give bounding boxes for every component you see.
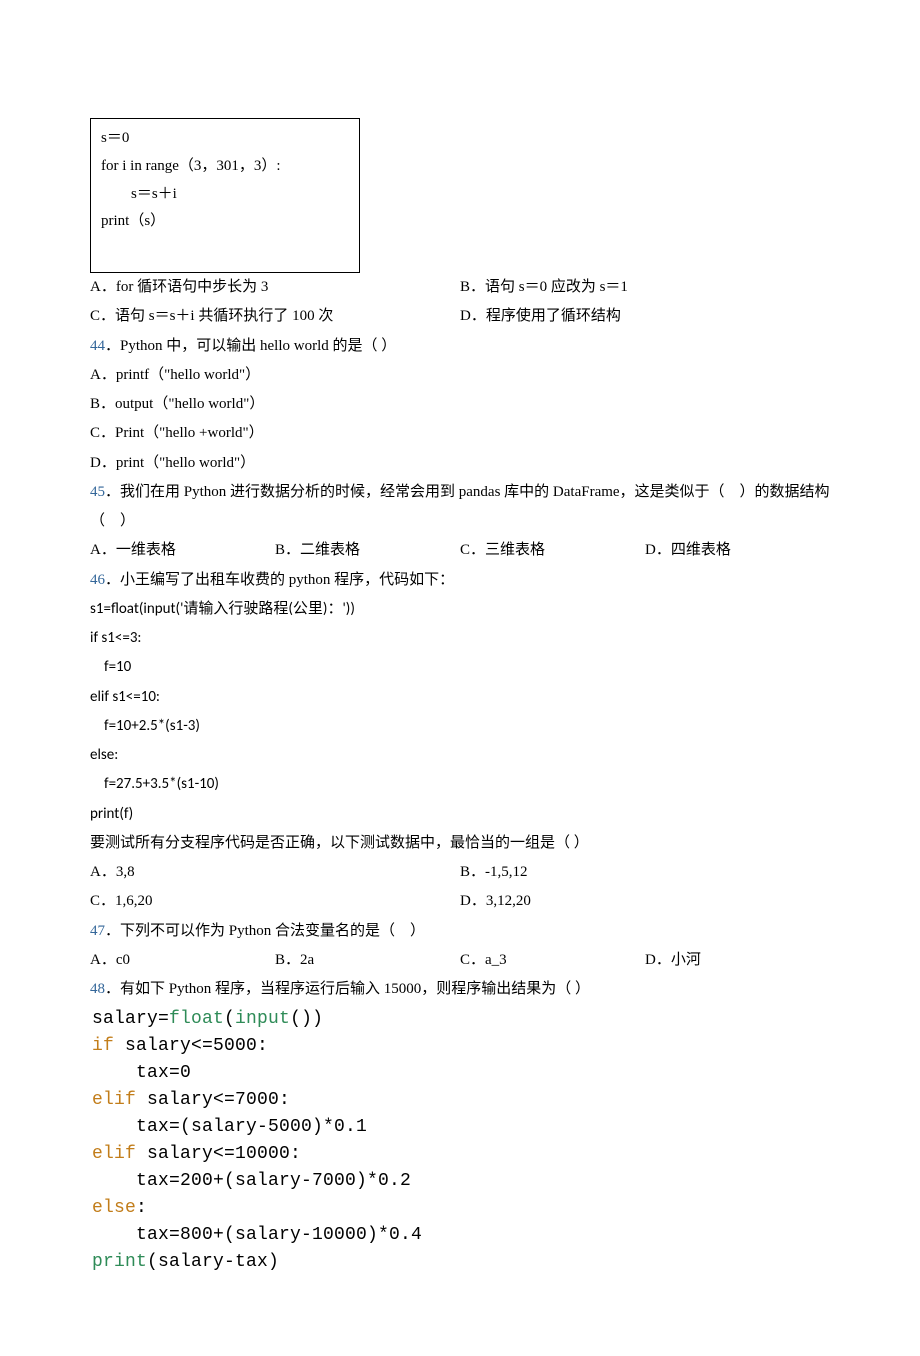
option-d: D．3,12,20 (460, 887, 830, 916)
code-line: tax=(salary-5000)*0.1 (92, 1114, 830, 1141)
option-d: D．四维表格 (645, 536, 830, 565)
code-line: s1=float(input('请输入行驶路程(公里)：')) (90, 595, 830, 624)
page: s＝0 for i in range（3，301，3）: s＝s＋i print… (0, 0, 920, 1356)
code-line: s＝0 (101, 125, 349, 153)
code-line: print(f) (90, 800, 830, 829)
code-line: tax=800+(salary-10000)*0.4 (92, 1222, 830, 1249)
q43-options: A．for 循环语句中步长为 3 B．语句 s＝0 应改为 s＝1 C．语句 s… (90, 273, 830, 332)
option-d: D．print（"hello world"） (90, 449, 830, 478)
option-b: B．语句 s＝0 应改为 s＝1 (460, 273, 830, 302)
option-a: A．for 循环语句中步长为 3 (90, 273, 460, 302)
option-a: A．printf（"hello world"） (90, 361, 830, 390)
code-line: elif salary<=7000: (92, 1087, 830, 1114)
q45-stem: 45．我们在用 Python 进行数据分析的时候，经常会用到 pandas 库中… (90, 478, 830, 537)
q46-stem: 46．小王编写了出租车收费的 python 程序，代码如下： (90, 566, 830, 595)
code-line: salary=float(input()) (92, 1006, 830, 1033)
code-line: print(salary-tax) (92, 1249, 830, 1276)
code-line: f=10+2.5*(s1-3) (90, 712, 830, 741)
code-line: elif s1<=10: (90, 683, 830, 712)
code-line: f=10 (90, 653, 830, 682)
code-line: tax=0 (92, 1060, 830, 1087)
q48-stem: 48．有如下 Python 程序，当程序运行后输入 15000，则程序输出结果为… (90, 975, 830, 1004)
code-line: if salary<=5000: (92, 1033, 830, 1060)
option-b: B．二维表格 (275, 536, 460, 565)
option-b: B．-1,5,12 (460, 858, 830, 887)
code-line: f=27.5+3.5*(s1-10) (90, 770, 830, 799)
option-d: D．程序使用了循环结构 (460, 302, 830, 331)
code-line: elif salary<=10000: (92, 1141, 830, 1168)
option-c: C．a_3 (460, 946, 645, 975)
q45-options: A．一维表格 B．二维表格 C．三维表格 D．四维表格 (90, 536, 830, 565)
option-a: A．c0 (90, 946, 275, 975)
q46-options: A．3,8 B．-1,5,12 C．1,6,20 D．3,12,20 (90, 858, 830, 917)
q47-options: A．c0 B．2a C．a_3 D．小河 (90, 946, 830, 975)
code-box-q43: s＝0 for i in range（3，301，3）: s＝s＋i print… (90, 118, 360, 273)
code-line: else: (92, 1195, 830, 1222)
option-c: C．Print（"hello +world"） (90, 419, 830, 448)
option-c: C．1,6,20 (90, 887, 460, 916)
option-b: B．2a (275, 946, 460, 975)
code-line: if s1<=3: (90, 624, 830, 653)
q47-stem: 47．下列不可以作为 Python 合法变量名的是（ ） (90, 917, 830, 946)
option-b: B．output（"hello world"） (90, 390, 830, 419)
code-block-q48: salary=float(input()) if salary<=5000: t… (90, 1004, 830, 1276)
q44-stem: 44．Python 中，可以输出 hello world 的是（ ） (90, 332, 830, 361)
code-line: print（s） (101, 208, 349, 236)
option-c: C．语句 s＝s＋i 共循环执行了 100 次 (90, 302, 460, 331)
code-line: s＝s＋i (101, 181, 349, 209)
code-line: tax=200+(salary-7000)*0.2 (92, 1168, 830, 1195)
option-c: C．三维表格 (460, 536, 645, 565)
code-line: else: (90, 741, 830, 770)
option-a: A．一维表格 (90, 536, 275, 565)
q46-ask: 要测试所有分支程序代码是否正确，以下测试数据中，最恰当的一组是（ ） (90, 829, 830, 858)
option-a: A．3,8 (90, 858, 460, 887)
code-line: for i in range（3，301，3）: (101, 153, 349, 181)
option-d: D．小河 (645, 946, 830, 975)
